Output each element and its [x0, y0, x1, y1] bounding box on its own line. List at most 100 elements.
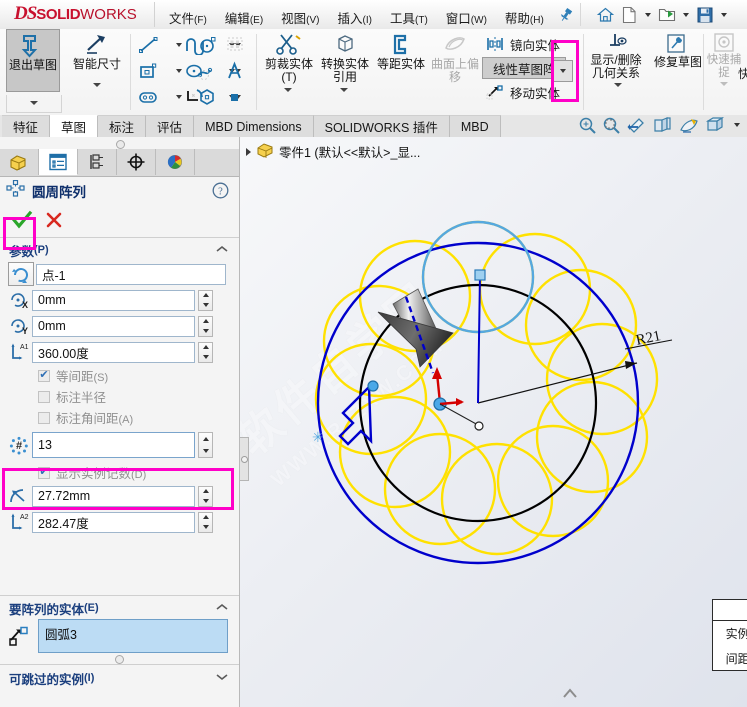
arc-wave-icon[interactable]	[182, 33, 208, 57]
entities-selection-list[interactable]: 圆弧3	[38, 619, 228, 653]
exit-sketch-dropdown-icon[interactable]	[30, 101, 38, 105]
menu-item-window[interactable]: 窗口(W)	[437, 6, 496, 29]
tab-features[interactable]: 特征	[2, 115, 51, 137]
menu-item-view[interactable]: 视图(V)	[272, 6, 328, 29]
relations-dropdown-icon[interactable]	[614, 83, 622, 87]
rotation-axis-icon[interactable]	[6, 262, 36, 286]
graphics-left-handle[interactable]	[240, 437, 249, 481]
collapse-parameters-icon[interactable]	[215, 243, 229, 257]
menu-item-insert[interactable]: 插入(I)	[329, 6, 381, 29]
sketch-pattern-grid-icon[interactable]	[222, 33, 248, 57]
new-document-icon[interactable]	[618, 4, 640, 25]
menu-item-help[interactable]: 帮助(H)	[496, 6, 553, 29]
menu-item-edit[interactable]: 编辑(E)	[216, 6, 272, 29]
new-document-dropdown-icon[interactable]	[645, 12, 651, 17]
coincident-relation-icon[interactable]: ✳	[312, 429, 324, 445]
trim-entities-button[interactable]: 剪裁实体(T)	[262, 29, 316, 84]
linear-pattern-dropdown-button[interactable]	[553, 60, 573, 82]
display-delete-relations-button[interactable]: 显示/删除几何关系	[589, 29, 643, 80]
ok-button[interactable]	[8, 207, 36, 233]
entities-list-resize-handle[interactable]	[0, 655, 239, 664]
zoom-to-area-icon[interactable]	[602, 116, 621, 134]
skip-section-header[interactable]: 可跳过的实例 (I)	[0, 667, 239, 689]
display-manager-tab[interactable]	[156, 149, 195, 175]
help-question-icon[interactable]: ?	[212, 182, 229, 202]
repair-sketch-button[interactable]: 修复草图	[651, 29, 705, 69]
radius-field[interactable]: 27.72mm	[32, 485, 195, 507]
collapse-entities-icon[interactable]	[215, 601, 229, 615]
angle-spinner[interactable]	[198, 341, 213, 363]
pattern-radius-line[interactable]	[477, 274, 481, 404]
tab-mbd-dimensions[interactable]: MBD Dimensions	[194, 115, 314, 137]
point-square-icon[interactable]	[222, 85, 248, 109]
ellipse-icon[interactable]	[182, 59, 208, 83]
equal-spacing-row[interactable]: ✔ 等间距(S)	[0, 365, 239, 386]
zoom-to-fit-icon[interactable]	[578, 116, 597, 134]
fillet-icon[interactable]	[182, 85, 208, 109]
arc-angle-spinner[interactable]	[198, 511, 213, 533]
parameters-section-header[interactable]: 参数 (P)	[0, 239, 239, 261]
save-icon[interactable]	[694, 4, 716, 25]
arc-angle-field[interactable]: 282.47度	[32, 511, 195, 533]
arc-endpoint-handle[interactable]	[367, 380, 379, 392]
display-instance-count-row[interactable]: ✔ 显示实例记数(D)	[0, 462, 239, 483]
offset-on-surface-button[interactable]: 曲面上偏移	[428, 29, 482, 84]
view-toolbar-dropdown-icon[interactable]	[734, 123, 740, 127]
tab-mbd[interactable]: MBD	[449, 115, 501, 137]
appearance-icon[interactable]	[704, 116, 726, 134]
rectangle-dropdown-icon[interactable]	[175, 69, 182, 73]
dimension-angular-spacing-row[interactable]: 标注角间距(A)	[0, 407, 239, 428]
x-center-spinner[interactable]	[198, 289, 213, 311]
center-point-field[interactable]: 点-1	[36, 263, 226, 285]
trim-dropdown-icon[interactable]	[284, 88, 292, 92]
property-manager-tab[interactable]	[39, 149, 78, 175]
entities-section-header[interactable]: 要阵列的实体 (E)	[0, 597, 239, 619]
x-center-field[interactable]: 0mm	[32, 289, 195, 311]
save-dropdown-icon[interactable]	[721, 12, 727, 17]
number-of-instances-spinner[interactable]	[198, 432, 213, 458]
dimension-radius-row[interactable]: 标注半径	[0, 386, 239, 407]
dimxpert-manager-tab[interactable]	[117, 149, 156, 175]
y-center-field[interactable]: 0mm	[32, 315, 195, 337]
convert-dropdown-icon[interactable]	[340, 88, 348, 92]
direction-callout[interactable]: 方向一 实例: 13 间距: 360.00度	[712, 599, 747, 671]
dimension-angular-spacing-checkbox[interactable]	[38, 411, 50, 424]
cancel-button[interactable]	[42, 207, 66, 233]
feature-manager-tab[interactable]	[0, 149, 39, 175]
line-icon[interactable]	[136, 33, 162, 57]
number-of-instances-field[interactable]: 13	[32, 432, 195, 458]
quick-snaps-button[interactable]: 快速捕捉	[706, 29, 742, 80]
radius-spinner[interactable]	[198, 485, 213, 507]
rectangle-icon[interactable]	[136, 59, 162, 83]
expand-skip-icon[interactable]	[215, 671, 229, 685]
sketch-canvas[interactable]: R21 ✳	[240, 137, 747, 707]
open-folder-dropdown-icon[interactable]	[683, 12, 689, 17]
tab-markup[interactable]: 标注	[98, 115, 147, 137]
slot-icon[interactable]	[136, 85, 162, 109]
dimension-radius-checkbox[interactable]	[38, 390, 50, 403]
home-icon[interactable]	[594, 4, 616, 25]
radius-dimension-text[interactable]: R21	[635, 328, 663, 349]
angle-field[interactable]: 360.00度	[32, 341, 195, 363]
display-style-icon[interactable]	[678, 116, 699, 134]
line-dropdown-icon[interactable]	[175, 43, 182, 47]
configuration-manager-tab[interactable]	[78, 149, 117, 175]
graphics-area[interactable]: 零件1 (默认<<默认>_显... 软件自学网 WWW.RJZXW.COM R2…	[240, 137, 747, 707]
smart-dimension-button[interactable]: 智能尺寸	[70, 29, 124, 71]
panel-splitter[interactable]	[0, 137, 239, 149]
menu-item-file[interactable]: 文件(F)	[160, 6, 216, 29]
quick-snaps-dropdown-icon[interactable]	[720, 82, 728, 86]
section-view-icon[interactable]	[626, 116, 647, 134]
display-instance-count-checkbox[interactable]: ✔	[38, 466, 50, 479]
exit-sketch-button[interactable]: 退出草图	[6, 29, 60, 92]
pattern-radius-handle[interactable]	[474, 269, 486, 281]
slot-dropdown-icon[interactable]	[175, 95, 182, 99]
sketch-text-icon[interactable]	[222, 59, 248, 83]
smart-dimension-dropdown-icon[interactable]	[93, 83, 101, 87]
equal-spacing-checkbox[interactable]: ✔	[38, 369, 50, 382]
tab-sketch[interactable]: 草图	[50, 115, 99, 137]
y-center-spinner[interactable]	[198, 315, 213, 337]
tab-solidworks-addins[interactable]: SOLIDWORKS 插件	[313, 115, 450, 137]
open-folder-icon[interactable]	[656, 4, 678, 25]
offset-entities-button[interactable]: 等距实体	[374, 29, 428, 71]
